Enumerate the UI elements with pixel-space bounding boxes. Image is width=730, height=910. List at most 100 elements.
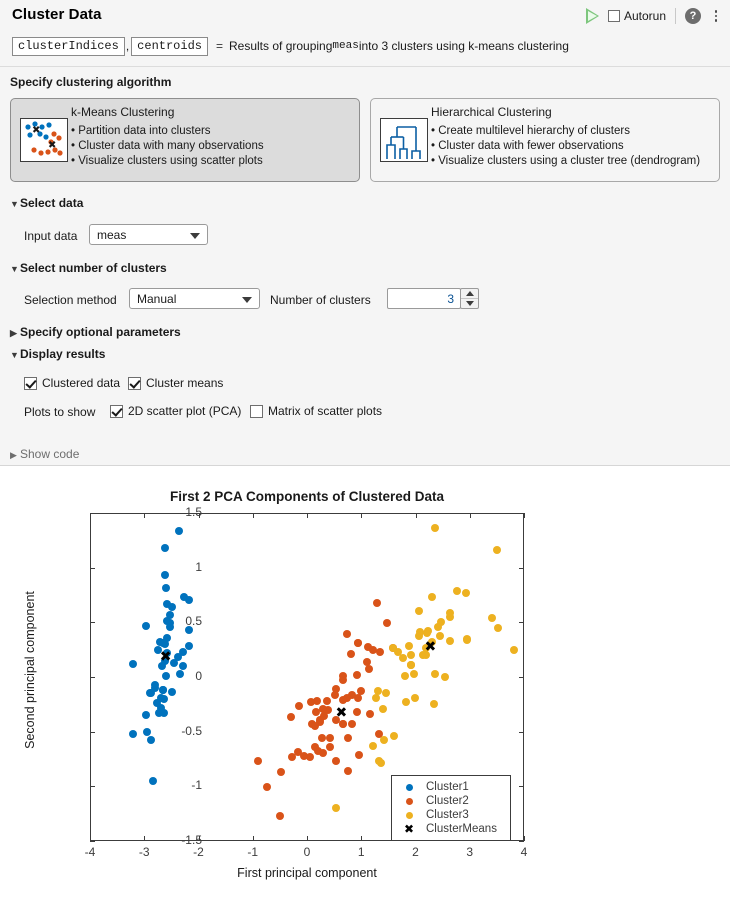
- y-axis-tick-mark: [519, 841, 524, 842]
- section-heading-optional-params[interactable]: ▶Specify optional parameters: [10, 325, 181, 339]
- num-clusters-stepper[interactable]: 3: [387, 288, 461, 309]
- plots-to-show-label: Plots to show: [24, 405, 95, 419]
- selection-method-dropdown[interactable]: Manual: [129, 288, 260, 309]
- scatter-point-cluster2: [254, 757, 262, 765]
- scatter-point-cluster3: [374, 687, 382, 695]
- scatter-point-cluster2: [344, 767, 352, 775]
- y-axis-tick-mark: [519, 732, 524, 733]
- x-axis-tick-mark: [470, 513, 471, 518]
- scatter-point-cluster2: [348, 720, 356, 728]
- algorithm-card-hierarchical[interactable]: Hierarchical Clustering • Create multile…: [370, 98, 720, 182]
- num-clusters-stepper-buttons[interactable]: [460, 288, 479, 309]
- num-clusters-value: 3: [447, 292, 454, 306]
- x-axis-tick-mark: [144, 836, 145, 841]
- scatter-point-cluster1: [174, 653, 182, 661]
- checkbox-cluster-means[interactable]: Cluster means: [128, 376, 223, 390]
- scatter-point-cluster2: [339, 720, 347, 728]
- autorun-checkbox[interactable]: [608, 10, 620, 22]
- cluster-mean-marker: ✖: [336, 706, 348, 720]
- scatter-point-cluster3: [493, 546, 501, 554]
- y-axis-tick-mark: [519, 786, 524, 787]
- output-variable-2[interactable]: centroids: [131, 37, 208, 56]
- disclosure-triangle-select-data[interactable]: ▼: [10, 199, 20, 209]
- scatter-point-cluster1: [157, 704, 165, 712]
- legend-entry: Cluster3: [392, 808, 510, 822]
- clustered-data-label: Clustered data: [42, 376, 120, 390]
- chart-x-axis-label: First principal component: [90, 866, 524, 880]
- cluster-means-checkbox[interactable]: [128, 377, 141, 390]
- scatter-point-cluster2: [339, 672, 347, 680]
- stepper-up-button[interactable]: [461, 289, 478, 299]
- autorun-toggle[interactable]: Autorun: [608, 9, 666, 23]
- scatter-point-cluster3: [390, 732, 398, 740]
- scatter-2d-checkbox[interactable]: [110, 405, 123, 418]
- header-divider: [675, 8, 676, 24]
- scatter-point-cluster3: [423, 629, 431, 637]
- x-axis-tick-label: 3: [450, 845, 490, 859]
- scatter-point-cluster1: [160, 695, 168, 703]
- scatter-point-cluster3: [379, 705, 387, 713]
- algorithm-card-hierarchical-bullets: • Create multilevel hierarchy of cluster…: [431, 124, 700, 169]
- scatter-clusters-icon: ✖ ✖: [20, 118, 68, 162]
- scatter-point-cluster2: [343, 630, 351, 638]
- disclosure-triangle-display-results[interactable]: ▼: [10, 350, 20, 360]
- legend-marker-icon: [392, 784, 426, 791]
- scatter-point-cluster2: [376, 648, 384, 656]
- scatter-point-cluster3: [488, 614, 496, 622]
- clustered-data-checkbox[interactable]: [24, 377, 37, 390]
- chart-title: First 2 PCA Components of Clustered Data: [90, 489, 524, 504]
- scatter-point-cluster2: [373, 599, 381, 607]
- help-question-icon[interactable]: ?: [685, 8, 701, 24]
- signature-comma: ,: [126, 39, 129, 53]
- matrix-scatter-checkbox[interactable]: [250, 405, 263, 418]
- scatter-point-cluster2: [287, 713, 295, 721]
- disclosure-triangle-optional-params[interactable]: ▶: [10, 328, 20, 339]
- scatter-point-cluster3: [431, 524, 439, 532]
- scatter-point-cluster1: [129, 730, 137, 738]
- triangle-up-icon: [466, 291, 474, 296]
- x-axis-tick-label: 1: [341, 845, 381, 859]
- show-code-toggle[interactable]: ▶Show code: [10, 447, 79, 461]
- legend-label: Cluster2: [426, 795, 469, 807]
- algorithm-card-hierarchical-title: Hierarchical Clustering: [431, 105, 552, 119]
- scatter-point-cluster3: [382, 689, 390, 697]
- scatter-point-cluster1: [185, 642, 193, 650]
- checkbox-2d-scatter-pca[interactable]: 2D scatter plot (PCA): [110, 404, 241, 418]
- checkbox-clustered-data[interactable]: Clustered data: [24, 376, 120, 390]
- hierarchical-bullet-2: • Cluster data with fewer observations: [431, 139, 700, 154]
- stepper-down-button[interactable]: [461, 299, 478, 308]
- chart-legend: Cluster1Cluster2Cluster3✖ClusterMeans: [391, 775, 511, 841]
- scatter-point-cluster3: [462, 589, 470, 597]
- y-axis-tick-mark: [90, 841, 95, 842]
- x-axis-tick-label: 0: [287, 845, 327, 859]
- y-axis-tick-mark: [90, 622, 95, 623]
- x-axis-tick-mark: [416, 513, 417, 518]
- output-variable-1[interactable]: clusterIndices: [12, 37, 125, 56]
- x-axis-tick-mark: [253, 513, 254, 518]
- scatter-point-cluster2: [353, 708, 361, 716]
- algorithm-card-kmeans[interactable]: ✖ ✖ k-Means Clustering • Partition data …: [10, 98, 360, 182]
- y-axis-tick-mark: [90, 786, 95, 787]
- kebab-menu-icon[interactable]: [710, 8, 722, 24]
- run-button[interactable]: [586, 8, 599, 24]
- scatter-point-cluster1: [161, 544, 169, 552]
- signature-desc-variable: meas: [332, 40, 358, 52]
- scatter-point-cluster1: [185, 596, 193, 604]
- disclosure-triangle-show-code[interactable]: ▶: [10, 450, 20, 461]
- x-axis-tick-mark: [361, 513, 362, 518]
- scatter-point-cluster2: [263, 783, 271, 791]
- scatter-point-cluster3: [380, 736, 388, 744]
- dendrogram-icon: [380, 118, 428, 162]
- scatter-point-cluster1: [175, 527, 183, 535]
- selection-method-value: Manual: [137, 292, 176, 306]
- scatter-point-cluster3: [510, 646, 518, 654]
- y-axis-tick-mark: [90, 732, 95, 733]
- x-axis-tick-label: -4: [70, 845, 110, 859]
- disclosure-triangle-select-clusters[interactable]: ▼: [10, 264, 20, 274]
- scatter-2d-label: 2D scatter plot (PCA): [128, 404, 241, 418]
- input-data-dropdown[interactable]: meas: [89, 224, 208, 245]
- scatter-point-cluster2: [311, 743, 319, 751]
- checkbox-matrix-scatter-plots[interactable]: Matrix of scatter plots: [250, 404, 382, 418]
- input-data-value: meas: [97, 228, 126, 242]
- x-axis-tick-mark: [199, 513, 200, 518]
